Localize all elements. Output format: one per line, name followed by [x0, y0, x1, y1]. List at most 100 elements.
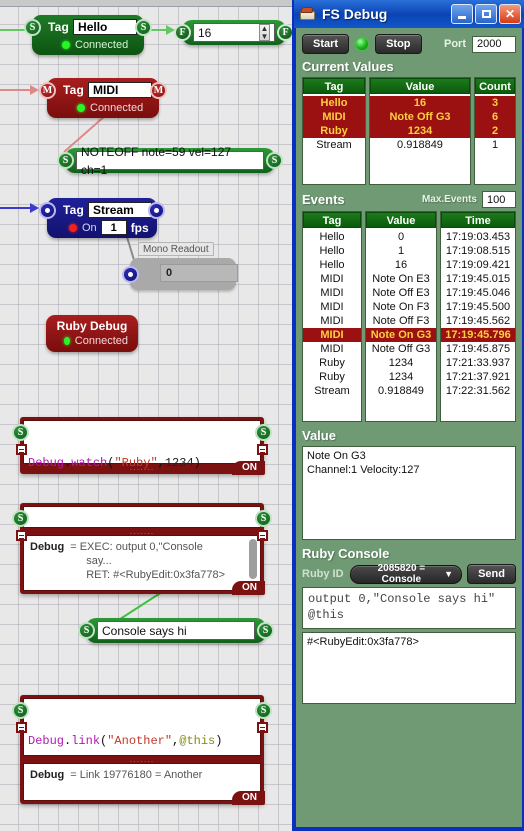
node-script-another-code[interactable]: Debug.link("Another",@this) Debug.unlink…	[23, 698, 261, 831]
window-titlebar[interactable]: FS Debug ✕	[294, 0, 524, 28]
table-cell[interactable]: Note Off E3	[366, 286, 436, 300]
send-button[interactable]: Send	[467, 564, 516, 584]
table-cell[interactable]: Hello	[303, 230, 361, 244]
node-tag-stream[interactable]: Tag Stream On 1 fps	[39, 198, 165, 238]
node-ruby-debug[interactable]: Ruby Debug Connected	[46, 315, 138, 352]
table-cell[interactable]: Ruby	[303, 124, 365, 138]
table-cell[interactable]: 17:19:03.453	[441, 230, 515, 244]
resize-dots[interactable]: .......	[23, 755, 261, 764]
table-cell[interactable]: 17:19:45.500	[441, 300, 515, 314]
table-cell[interactable]: MIDI	[303, 342, 361, 356]
node-tag-stream-value[interactable]: Stream	[88, 202, 153, 218]
table-cell[interactable]: 0.918849	[370, 138, 470, 152]
table-cell[interactable]: Note Off G3	[366, 342, 436, 356]
grid-icon[interactable]	[257, 444, 268, 455]
table-cell[interactable]: Ruby	[303, 370, 361, 384]
table-cell[interactable]: Note On G3	[366, 328, 436, 342]
table-cell[interactable]: MIDI	[303, 286, 361, 300]
node-console-says-hi-value[interactable]: Console says hi	[102, 622, 187, 640]
node-script-link-console-badge[interactable]: ON	[232, 581, 265, 595]
table-cell[interactable]: 17:19:45.046	[441, 286, 515, 300]
table-cell[interactable]: 3	[475, 96, 515, 110]
node-script-watch-output-port[interactable]: S	[255, 424, 272, 441]
table-cell[interactable]: Stream	[303, 384, 361, 398]
node-tag-stream-fps-value[interactable]: 1	[100, 220, 127, 235]
spinner-icon[interactable]: ▲ ▼	[259, 24, 270, 41]
node-tag-hello[interactable]: S S Tag Hello Connected	[24, 15, 152, 55]
node-noteoff-value[interactable]: NOTEOFF note=59 vel=127 ch=1	[81, 143, 259, 179]
minimize-icon[interactable]	[451, 4, 473, 24]
table-cell[interactable]: MIDI	[303, 300, 361, 314]
grid-icon[interactable]	[16, 444, 27, 455]
node-tag-stream-output-port[interactable]	[148, 202, 165, 219]
node-script-watch-badge[interactable]: ON	[232, 461, 265, 475]
node-script-link-console-input-port[interactable]: S	[12, 510, 29, 527]
node-script-link-console-code[interactable]: Debug.link("Console",@this)	[23, 506, 261, 556]
table-cell[interactable]: 17:19:45.562	[441, 314, 515, 328]
node-number-16-input-port[interactable]: F	[174, 24, 191, 41]
grid-icon[interactable]	[16, 530, 27, 541]
node-number-16[interactable]: F F 16 ▲ ▼	[174, 20, 292, 45]
table-cell[interactable]: Hello	[303, 96, 365, 110]
node-console-says-hi[interactable]: S S Console says hi	[78, 618, 274, 643]
maximize-icon[interactable]	[475, 4, 497, 24]
table-cell[interactable]: 17:19:45.015	[441, 272, 515, 286]
grid-icon[interactable]	[16, 722, 27, 733]
node-number-16-output-port[interactable]: F	[277, 24, 292, 41]
node-mono-readout[interactable]: Mono Readout 0	[122, 242, 238, 290]
ruby-id-select[interactable]: 2085820 = Console ▼	[349, 563, 463, 585]
node-tag-midi-value[interactable]: MIDI	[88, 82, 153, 98]
node-tag-stream-input-port[interactable]	[39, 202, 56, 219]
table-cell[interactable]: MIDI	[303, 328, 361, 342]
node-script-another[interactable]: S S Debug.link("Another",@this) Debug.un…	[12, 695, 272, 831]
table-cell[interactable]: MIDI	[303, 272, 361, 286]
table-cell[interactable]: 17:19:45.875	[441, 342, 515, 356]
node-tag-midi[interactable]: M M Tag MIDI Connected	[39, 78, 167, 118]
result-scrollbar[interactable]	[249, 539, 257, 579]
table-cell[interactable]: 17:22:31.562	[441, 384, 515, 398]
node-noteoff-input-port[interactable]: S	[57, 152, 74, 169]
node-mono-readout-port[interactable]	[122, 266, 139, 283]
max-events-input[interactable]	[482, 191, 516, 208]
table-cell[interactable]: Note Off F3	[366, 314, 436, 328]
node-script-another-badge[interactable]: ON	[232, 791, 265, 805]
table-cell[interactable]: Note On F3	[366, 300, 436, 314]
table-cell[interactable]: MIDI	[303, 314, 361, 328]
table-cell[interactable]: 1	[366, 244, 436, 258]
node-number-16-value[interactable]: 16	[198, 24, 211, 42]
table-cell[interactable]: 16	[370, 96, 470, 110]
table-cell[interactable]: Ruby	[303, 356, 361, 370]
table-cell[interactable]: MIDI	[303, 110, 365, 124]
node-noteoff-string[interactable]: S S NOTEOFF note=59 vel=127 ch=1	[57, 145, 283, 177]
node-script-another-input-port[interactable]: S	[12, 702, 29, 719]
node-graph-canvas[interactable]: S S Tag Hello Connected F F 16 ▲ ▼ M M Ta…	[0, 0, 292, 831]
table-cell[interactable]: 16	[366, 258, 436, 272]
table-cell[interactable]: 1234	[366, 370, 436, 384]
table-cell[interactable]: 1234	[366, 356, 436, 370]
close-icon[interactable]: ✕	[499, 4, 521, 24]
start-button[interactable]: Start	[302, 34, 350, 54]
table-cell[interactable]: 17:21:33.937	[441, 356, 515, 370]
table-cell[interactable]: Hello	[303, 258, 361, 272]
table-cell[interactable]: 1234	[370, 124, 470, 138]
node-tag-hello-input-port[interactable]: S	[24, 19, 41, 36]
table-cell[interactable]: Note On E3	[366, 272, 436, 286]
table-cell[interactable]: Hello	[303, 244, 361, 258]
table-cell[interactable]: Stream	[303, 138, 365, 152]
node-noteoff-output-port[interactable]: S	[266, 152, 283, 169]
table-cell[interactable]: 1	[475, 138, 515, 152]
node-tag-hello-output-port[interactable]: S	[135, 19, 152, 36]
node-tag-midi-output-port[interactable]: M	[150, 82, 167, 99]
table-cell[interactable]: 0.918849	[366, 384, 436, 398]
stop-button[interactable]: Stop	[375, 34, 422, 54]
grid-icon[interactable]	[257, 530, 268, 541]
table-cell[interactable]: 0	[366, 230, 436, 244]
ruby-input-textarea[interactable]: output 0,"Console says hi" @this	[302, 587, 516, 629]
node-console-says-hi-output-port[interactable]: S	[257, 622, 274, 639]
node-script-watch-input-port[interactable]: S	[12, 424, 29, 441]
port-input[interactable]	[472, 35, 516, 53]
node-script-link-console-output-port[interactable]: S	[255, 510, 272, 527]
table-cell[interactable]: 6	[475, 110, 515, 124]
table-cell[interactable]: 17:19:45.796	[441, 328, 515, 342]
grid-icon[interactable]	[257, 722, 268, 733]
